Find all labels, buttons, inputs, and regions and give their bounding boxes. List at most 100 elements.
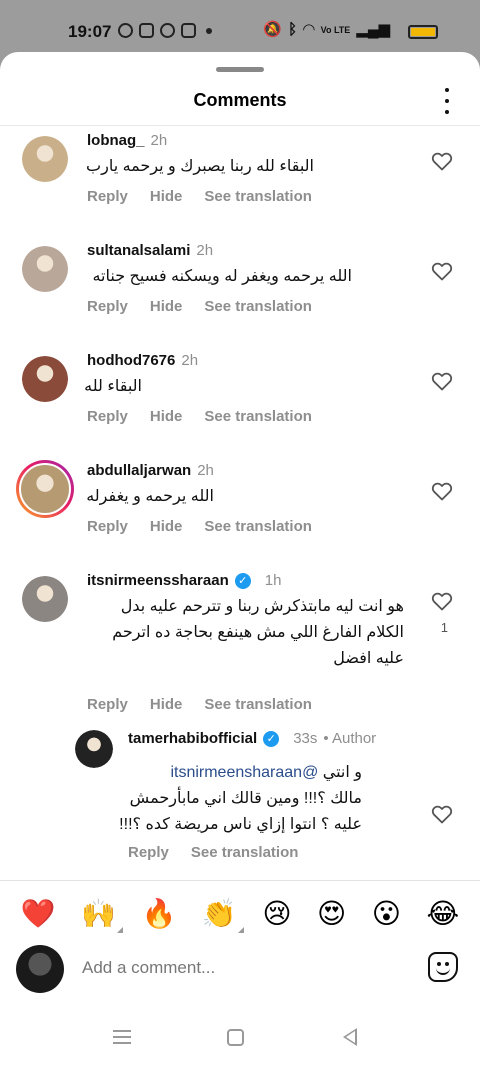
avatar[interactable] — [75, 730, 113, 768]
comment-header: lobnag_ 2h — [87, 132, 167, 149]
avatar-image — [22, 356, 68, 402]
hide-button[interactable]: Hide — [150, 298, 183, 315]
reply-time: 33s — [293, 730, 318, 747]
comment-text: الله يرحمه و يغفرله — [86, 488, 214, 505]
header-divider — [0, 125, 480, 126]
tears-of-joy-emoji[interactable]: 😂 — [426, 897, 459, 930]
fire-emoji[interactable]: 🔥 — [142, 897, 177, 930]
heart-icon[interactable] — [430, 802, 454, 826]
reply-button[interactable]: Reply — [87, 696, 128, 713]
raising-hands-emoji[interactable]: 🙌 — [81, 897, 124, 933]
hide-button[interactable]: Hide — [150, 188, 183, 205]
reply-username[interactable]: tamerhabibofficial — [128, 730, 257, 747]
avatar-image — [22, 246, 68, 292]
comment-time: 1h — [264, 572, 282, 589]
verified-badge-icon: ✓ — [263, 730, 280, 747]
hide-button[interactable]: Hide — [150, 696, 183, 713]
reply-button[interactable]: Reply — [87, 518, 128, 535]
comment-username[interactable]: sultanalsalami — [87, 242, 190, 259]
home-icon[interactable] — [227, 1029, 244, 1046]
avatar-image — [22, 136, 68, 182]
avatar[interactable] — [22, 576, 68, 622]
comment-username[interactable]: itsnirmeenssharaan — [87, 572, 229, 589]
comment-item: sultanalsalami 2h الله يرحمه ويغفر له وي… — [0, 240, 480, 350]
see-translation-button[interactable]: See translation — [204, 188, 312, 205]
status-notification-icons — [118, 23, 212, 38]
comment-time: 2h — [197, 462, 214, 479]
comment-item: lobnag_ 2h البقاء لله ربنا يصبرك و يرحمه… — [0, 130, 480, 240]
see-translation-button[interactable]: See translation — [204, 696, 312, 713]
comments-sheet: Comments lobnag_ 2h البقاء لله ربنا يصبر… — [0, 52, 480, 1067]
heart-icon[interactable] — [430, 259, 454, 283]
reply-text-line: و انتي @itsnirmeensharaan — [119, 760, 362, 786]
drag-handle[interactable] — [216, 67, 264, 72]
see-translation-button[interactable]: See translation — [204, 518, 312, 535]
avatar-image — [22, 576, 68, 622]
reply-button[interactable]: Reply — [87, 408, 128, 425]
hide-button[interactable]: Hide — [150, 518, 183, 535]
reply-text-suffix: و انتي — [322, 764, 362, 781]
comment-username[interactable]: hodhod7676 — [87, 352, 175, 369]
verified-badge-icon: ✓ — [234, 572, 251, 589]
comment-item: itsnirmeenssharaan ✓ 1h هو انت ليه مابتذ… — [0, 570, 480, 720]
avatar[interactable] — [22, 246, 68, 292]
reply-button[interactable]: Reply — [87, 298, 128, 315]
comment-composer: Add a comment... — [0, 942, 480, 998]
see-translation-button[interactable]: See translation — [204, 408, 312, 425]
avatar-image — [19, 463, 71, 515]
comment-username[interactable]: abdullaljarwan — [87, 462, 191, 479]
heart-eyes-emoji[interactable]: 😍 — [317, 897, 346, 930]
comment-actions: Reply Hide See translation — [87, 188, 312, 205]
avatar[interactable] — [22, 356, 68, 402]
whatsapp-business-icon — [139, 23, 154, 38]
avatar-image — [75, 730, 113, 768]
battery-level — [411, 28, 435, 36]
more-vertical-icon[interactable] — [438, 88, 456, 114]
heart-icon[interactable] — [430, 149, 454, 173]
status-time: 19:07 — [68, 22, 112, 41]
heart-icon[interactable] — [430, 479, 454, 503]
reply-button[interactable]: Reply — [87, 188, 128, 205]
comment-time: 2h — [181, 352, 199, 369]
surprised-face-emoji[interactable]: 😮 — [372, 897, 401, 930]
comment-time: 2h — [150, 132, 168, 149]
heart-icon[interactable] — [430, 589, 454, 613]
see-translation-button[interactable]: See translation — [191, 844, 299, 861]
comment-header: itsnirmeenssharaan ✓ 1h — [87, 572, 281, 589]
back-icon-inner — [346, 1031, 355, 1043]
clapping-hands-emoji[interactable]: 👏 — [202, 897, 244, 933]
mention-link[interactable]: @itsnirmeensharaan — [170, 764, 318, 781]
volte-icon: Vo LTE — [320, 25, 351, 35]
reply-button[interactable]: Reply — [128, 844, 169, 861]
comment-username[interactable]: lobnag_ — [87, 132, 145, 149]
reply-text-line: عليه ؟ انتوا إزاي ناس مريضة كده ؟!!! — [119, 816, 362, 833]
comment-text: هو انت ليه مابتذكرش ربنا و تترحم عليه بد… — [112, 594, 404, 672]
reply-item: tamerhabibofficial ✓ 33s • Author و انتي… — [0, 724, 480, 874]
whatsapp-icon — [118, 23, 133, 38]
comment-text: الله يرحمه ويغفر له ويسكنه فسيح جناته — [92, 268, 352, 285]
crying-face-emoji[interactable]: 😢 — [262, 897, 291, 930]
author-label: • Author — [323, 730, 377, 747]
avatar[interactable] — [22, 136, 68, 182]
reply-actions: Reply See translation — [128, 844, 298, 861]
notification-dot-icon — [206, 27, 212, 34]
menu-icon[interactable] — [113, 1030, 131, 1044]
reply-header: tamerhabibofficial ✓ 33s • Author — [128, 730, 376, 747]
comment-header: abdullaljarwan 2h — [87, 462, 214, 479]
hide-button[interactable]: Hide — [150, 408, 183, 425]
mute-icon: 🔕 — [263, 21, 283, 38]
red-heart-emoji[interactable]: ❤️ — [21, 897, 56, 930]
avatar-with-story-ring[interactable] — [16, 460, 74, 518]
system-nav-bar — [0, 1012, 480, 1067]
comment-actions: Reply Hide See translation — [87, 518, 312, 535]
like-count[interactable]: 1 — [441, 620, 448, 635]
comment-actions: Reply Hide See translation — [87, 408, 312, 425]
reply-text: و انتي @itsnirmeensharaan مالك ؟!!! ومين… — [119, 760, 362, 838]
sticker-icon[interactable] — [428, 952, 458, 982]
heart-icon[interactable] — [430, 369, 454, 393]
see-translation-button[interactable]: See translation — [204, 298, 312, 315]
add-comment-input[interactable]: Add a comment... — [82, 958, 215, 978]
comment-actions: Reply Hide See translation — [87, 696, 312, 713]
comment-header: hodhod7676 2h — [87, 352, 198, 369]
composer-divider — [0, 880, 480, 881]
